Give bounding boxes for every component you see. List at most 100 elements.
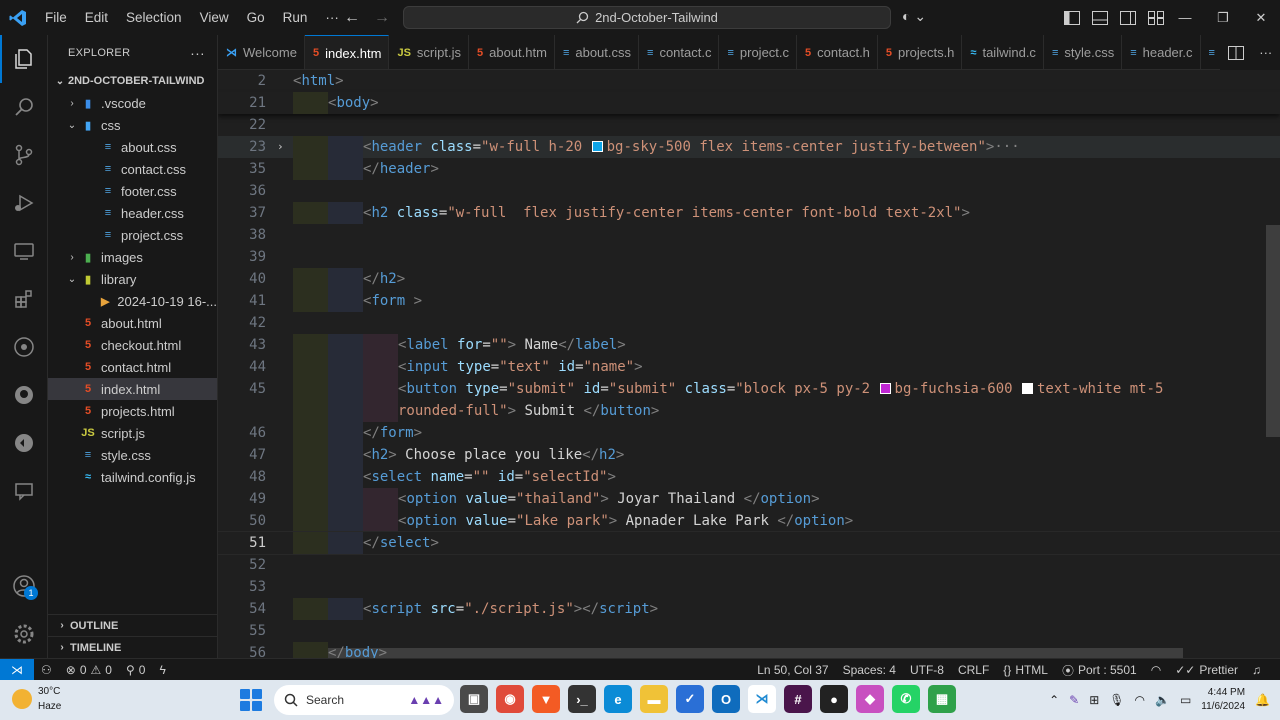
chrome-icon[interactable]: ◉ bbox=[496, 685, 524, 713]
extensions-icon[interactable] bbox=[0, 275, 48, 323]
back-arrow-icon[interactable]: ← bbox=[344, 9, 360, 27]
obs-icon[interactable]: ● bbox=[820, 685, 848, 713]
volume-icon[interactable]: 🔈 bbox=[1155, 693, 1170, 707]
cursor-position[interactable]: Ln 50, Col 37 bbox=[750, 663, 835, 677]
menu-edit[interactable]: Edit bbox=[76, 0, 117, 35]
command-center-search[interactable]: 2nd-October-Tailwind bbox=[403, 6, 891, 29]
live-share-status-icon[interactable]: ⚇ bbox=[34, 663, 59, 677]
code-line[interactable]: 55 bbox=[218, 620, 1280, 642]
explorer-more-icon[interactable]: ··· bbox=[190, 45, 205, 61]
tree-file[interactable]: JS script.js bbox=[48, 422, 217, 444]
tree-file[interactable]: 5 contact.html bbox=[48, 356, 217, 378]
remote-explorer-icon[interactable] bbox=[0, 227, 48, 275]
code-line[interactable]: 37 <h2 class="w-full flex justify-center … bbox=[218, 202, 1280, 224]
editor-tab[interactable]: 5 contact.h bbox=[797, 35, 878, 69]
close-icon[interactable]: ✕ bbox=[1242, 0, 1280, 35]
chevron-up-icon[interactable]: ⌃ bbox=[1049, 693, 1059, 707]
notification-bell-icon[interactable]: 🔔 bbox=[1255, 693, 1270, 707]
editor-tab[interactable]: 5 index.htm bbox=[304, 35, 390, 69]
code-line[interactable]: 44 <input type="text" id="name"> bbox=[218, 356, 1280, 378]
editor-tab[interactable]: ≡ style.css bbox=[1044, 35, 1123, 69]
brave-icon[interactable]: ▼ bbox=[532, 685, 560, 713]
editor-tab[interactable]: 5 about.htm bbox=[469, 35, 555, 69]
toggle-primary-sidebar-icon[interactable] bbox=[1064, 10, 1080, 25]
manage-gear-icon[interactable] bbox=[0, 610, 48, 658]
code-line[interactable]: 48 <select name="" id="selectId"> bbox=[218, 466, 1280, 488]
search-icon[interactable] bbox=[0, 83, 48, 131]
tree-file[interactable]: ▶ 2024-10-19 16-... bbox=[48, 290, 217, 312]
code-line[interactable]: 39 bbox=[218, 246, 1280, 268]
code-line[interactable]: 46 </form> bbox=[218, 422, 1280, 444]
prettier-status[interactable]: ✓✓ Prettier bbox=[1168, 663, 1245, 677]
tree-file[interactable]: ≡ footer.css bbox=[48, 180, 217, 202]
file-explorer-icon[interactable]: ▬ bbox=[640, 685, 668, 713]
ports-status[interactable]: ⚲ 0 bbox=[119, 663, 152, 677]
split-editor-icon[interactable] bbox=[1227, 45, 1244, 60]
explorer-icon[interactable] bbox=[0, 35, 48, 83]
code-line[interactable]: 38 bbox=[218, 224, 1280, 246]
editor-tab[interactable]: ≡ header.c bbox=[1122, 35, 1201, 69]
language-mode[interactable]: {} HTML bbox=[996, 663, 1055, 677]
code-line[interactable]: 45 <button type="submit" id="submit" clas… bbox=[218, 378, 1280, 400]
weather-widget[interactable]: 30°C Haze bbox=[12, 684, 61, 714]
accounts-icon[interactable]: 1 bbox=[0, 562, 48, 610]
tree-file[interactable]: ≡ contact.css bbox=[48, 158, 217, 180]
color-swatch-icon[interactable] bbox=[1021, 383, 1033, 394]
camtasia-icon[interactable]: ▦ bbox=[928, 685, 956, 713]
restore-icon[interactable]: ❐ bbox=[1204, 0, 1242, 35]
network-shared-icon[interactable]: ⊞ bbox=[1089, 693, 1099, 707]
tree-file[interactable]: 5 checkout.html bbox=[48, 334, 217, 356]
outlook-icon[interactable]: O bbox=[712, 685, 740, 713]
minimize-icon[interactable]: — bbox=[1166, 0, 1204, 35]
code-line[interactable]: 56 </body> bbox=[218, 642, 1280, 658]
live-server-port[interactable]: ⦿ Port : 5501 bbox=[1055, 662, 1144, 679]
tree-file[interactable]: ≡ about.css bbox=[48, 136, 217, 158]
tree-folder[interactable]: ⌄ ▮ library bbox=[48, 268, 217, 290]
code-line[interactable]: 47 <h2> Choose place you like</h2> bbox=[218, 444, 1280, 466]
editor-tab[interactable]: ≡ about.css bbox=[555, 35, 640, 69]
code-line[interactable]: 51 </select> bbox=[218, 531, 1280, 555]
toggle-panel-icon[interactable] bbox=[1092, 10, 1108, 25]
code-line[interactable]: 35 </header> bbox=[218, 158, 1280, 180]
slack-icon[interactable]: # bbox=[784, 685, 812, 713]
fold-chevron-icon[interactable]: › bbox=[277, 136, 284, 158]
code-editor[interactable]: 2 <html> 21 <body> 22 23 › <header class="w-ful… bbox=[218, 70, 1280, 658]
task-view-icon[interactable]: ▣ bbox=[460, 685, 488, 713]
clock[interactable]: 4:44 PM 11/6/2024 bbox=[1201, 686, 1245, 714]
color-swatch-icon[interactable] bbox=[879, 383, 891, 394]
battery-icon[interactable]: ▭ bbox=[1180, 693, 1191, 707]
tree-file[interactable]: 5 projects.html bbox=[48, 400, 217, 422]
code-line[interactable]: 42 bbox=[218, 312, 1280, 334]
tree-folder[interactable]: › ▮ .vscode bbox=[48, 92, 217, 114]
problems-status[interactable]: ⊗ 0 ⚠ 0 bbox=[59, 663, 119, 677]
whatsapp-icon[interactable]: ✆ bbox=[892, 685, 920, 713]
timeline-section[interactable]: › TIMELINE bbox=[48, 636, 217, 658]
pen-icon[interactable]: ✎ bbox=[1069, 693, 1079, 707]
code-line[interactable]: 52 bbox=[218, 554, 1280, 576]
live-share-icon[interactable] bbox=[0, 419, 48, 467]
menu-go[interactable]: Go bbox=[238, 0, 274, 35]
copilot-icon[interactable]: ◐ ⌄ bbox=[902, 8, 926, 25]
code-line[interactable]: 22 bbox=[218, 114, 1280, 136]
toggle-secondary-sidebar-icon[interactable] bbox=[1120, 10, 1136, 25]
outline-section[interactable]: › OUTLINE bbox=[48, 614, 217, 636]
code-line[interactable]: 2 <html> bbox=[218, 70, 1280, 92]
source-control-icon[interactable] bbox=[0, 131, 48, 179]
code-line[interactable]: rounded-full"> Submit </button> bbox=[218, 400, 1280, 422]
run-debug-icon[interactable] bbox=[0, 179, 48, 227]
tree-file[interactable]: 5 about.html bbox=[48, 312, 217, 334]
github-icon[interactable] bbox=[0, 371, 48, 419]
end-of-line[interactable]: CRLF bbox=[951, 663, 996, 677]
vscode-taskbar-icon[interactable]: ⋊ bbox=[748, 685, 776, 713]
menu-view[interactable]: View bbox=[191, 0, 238, 35]
code-line[interactable]: 54 <script src="./script.js"></script> bbox=[218, 598, 1280, 620]
editor-tab[interactable]: ≡ contact.c bbox=[639, 35, 720, 69]
tree-file[interactable]: ≡ style.css bbox=[48, 444, 217, 466]
menu-selection[interactable]: Selection bbox=[117, 0, 191, 35]
tree-file[interactable]: ≡ header.css bbox=[48, 202, 217, 224]
gitlens-icon[interactable] bbox=[0, 323, 48, 371]
editor-tab[interactable]: 5 projects.h bbox=[878, 35, 963, 69]
tree-file[interactable]: ≡ project.css bbox=[48, 224, 217, 246]
encoding[interactable]: UTF-8 bbox=[903, 663, 951, 677]
comments-icon[interactable] bbox=[0, 467, 48, 515]
